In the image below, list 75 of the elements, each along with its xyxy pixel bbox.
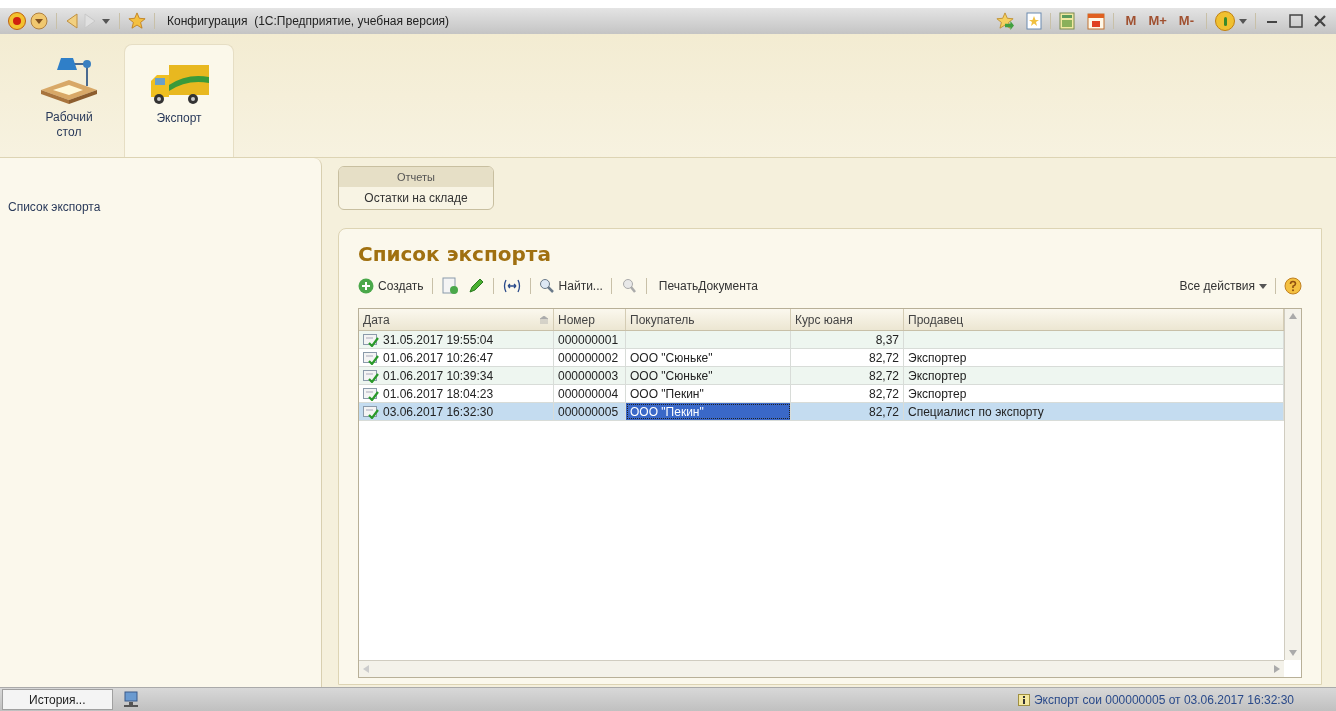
star-arrow-icon[interactable]	[995, 12, 1014, 30]
cell-text: ООО "Сюньке"	[630, 367, 713, 385]
cell-text: 000000001	[558, 331, 619, 349]
maximize-icon[interactable]	[1288, 13, 1304, 29]
cell-text: 82,72	[868, 385, 899, 403]
reports-title: Отчеты	[339, 167, 493, 187]
cell-text: 82,72	[868, 349, 899, 367]
plus-icon	[358, 278, 374, 294]
search-icon	[538, 278, 555, 294]
scroll-left-icon[interactable]	[363, 665, 369, 673]
column-header[interactable]: Номер	[554, 309, 626, 330]
calendar-icon[interactable]	[1086, 12, 1105, 30]
column-header[interactable]: Дата	[359, 309, 554, 330]
vertical-scrollbar[interactable]	[1284, 309, 1301, 660]
history-button[interactable]: История...	[2, 689, 113, 710]
cell-text: 000000002	[558, 349, 619, 367]
table-row[interactable]: 01.06.2017 18:04:23 000000004 ООО "Пекин" 82,72 Экспортер	[359, 385, 1284, 403]
cell-text: 82,72	[868, 403, 899, 421]
star-icon[interactable]	[128, 12, 146, 30]
help-icon[interactable]	[1284, 277, 1302, 295]
window-title: Конфигурация (1С:Предприятие, учебная версия)	[167, 13, 450, 30]
section-tab[interactable]: Экспорт	[124, 44, 234, 157]
navigation-link[interactable]: Список экспорта	[8, 198, 321, 216]
table-row[interactable]: 01.06.2017 10:39:34 000000003 ООО "Сюньке" 82,72 Экспортер	[359, 367, 1284, 385]
app-logo-icon[interactable]	[8, 12, 26, 30]
menu-dropdown-icon[interactable]	[30, 12, 48, 30]
cell-text: ООО "Пекин"	[630, 385, 704, 403]
cell-text: ООО "Сюньке"	[630, 349, 713, 367]
scroll-up-icon[interactable]	[1289, 313, 1297, 319]
report-link[interactable]: Остатки на складе	[339, 187, 493, 209]
table-row[interactable]: 03.06.2017 16:32:30 000000005 ООО "Пекин" 82,72 Специалист по экспорту	[359, 403, 1284, 421]
calculator-icon[interactable]	[1058, 12, 1075, 30]
memory-button[interactable]: M-	[1174, 11, 1198, 31]
find-button[interactable]: Найти...	[538, 277, 603, 295]
cell-text: 000000005	[558, 403, 619, 421]
memory-button[interactable]: M	[1121, 11, 1141, 31]
cell-text: 82,72	[868, 367, 899, 385]
info-caret-icon[interactable]	[1239, 18, 1247, 24]
cell-text: 01.06.2017 10:39:34	[383, 367, 494, 385]
memory-button[interactable]: M+	[1144, 11, 1171, 31]
info-icon[interactable]	[1215, 11, 1235, 31]
copy-document-icon[interactable]	[440, 277, 459, 295]
table-row[interactable]: 31.05.2017 19:55:04 000000001 8,37	[359, 331, 1284, 349]
table-row[interactable]: 01.06.2017 10:26:47 000000002 ООО "Сюньке" 82,72 Экспортер	[359, 349, 1284, 367]
cell-text: 8,37	[875, 331, 899, 349]
info-icon	[1018, 693, 1030, 706]
print-document-button[interactable]: ПечатьДокумента	[654, 277, 762, 295]
cell-text: 01.06.2017 18:04:23	[383, 385, 494, 403]
form-title: Список экспорта	[358, 241, 552, 267]
caret-icon	[1259, 283, 1267, 289]
bracket-arrows-icon[interactable]	[501, 278, 522, 294]
cell-text: 03.06.2017 16:32:30	[383, 403, 494, 421]
cell-text: 000000004	[558, 385, 619, 403]
cell-text: 000000003	[558, 367, 619, 385]
cell-text: Экспортер	[908, 349, 967, 367]
all-actions-button[interactable]: Все действия	[1179, 277, 1267, 295]
section-tab[interactable]: Рабочий стол	[14, 44, 124, 157]
column-header[interactable]: Курс юаня	[791, 309, 904, 330]
horizontal-scrollbar[interactable]	[359, 660, 1284, 677]
cell-text: 31.05.2017 19:55:04	[383, 331, 494, 349]
cell-text: 01.06.2017 10:26:47	[383, 349, 494, 367]
history-caret-icon[interactable]	[101, 17, 111, 25]
pencil-icon[interactable]	[466, 277, 485, 295]
column-header[interactable]: Покупатель	[626, 309, 791, 330]
cell-text: Специалист по экспорту	[908, 403, 1044, 421]
bookmark-page-icon[interactable]	[1025, 12, 1042, 30]
scroll-down-icon[interactable]	[1289, 650, 1297, 656]
back-arrow-icon[interactable]	[65, 13, 79, 29]
close-icon[interactable]	[1312, 13, 1328, 29]
cell-text: Экспортер	[908, 385, 967, 403]
status-message[interactable]: Экспорт сои 000000005 от 03.06.2017 16:32:30	[1034, 690, 1294, 709]
cell-text: Экспортер	[908, 367, 967, 385]
cell-text: ООО "Пекин"	[630, 403, 704, 421]
scroll-right-icon[interactable]	[1274, 665, 1280, 673]
create-button[interactable]: Создать	[358, 277, 424, 295]
